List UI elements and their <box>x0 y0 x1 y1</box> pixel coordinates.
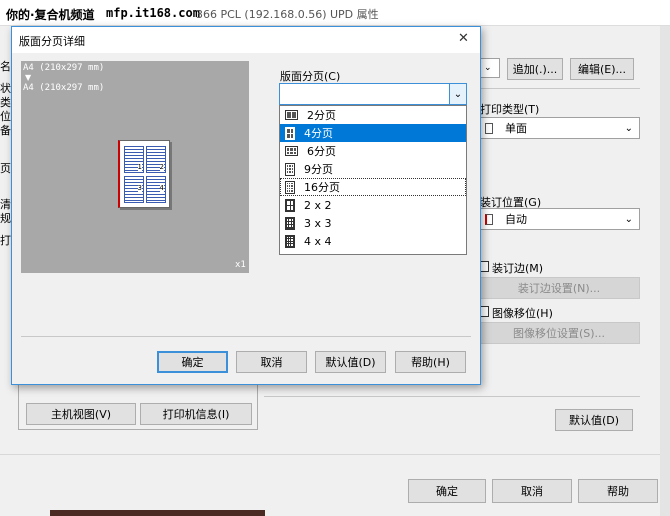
layout-option[interactable]: 6分页 <box>280 142 466 160</box>
bg-cancel-button[interactable]: 取消 <box>492 479 572 503</box>
preview-scale: x1 <box>235 260 246 270</box>
bg-ok-button[interactable]: 确定 <box>408 479 486 503</box>
layout-select-arrow[interactable]: ⌄ <box>449 84 466 104</box>
bg-bottom-divider <box>0 454 670 455</box>
layout-option[interactable]: 16分页 <box>280 178 466 196</box>
ok-button[interactable]: 确定 <box>157 351 228 373</box>
nine-up-icon <box>285 162 295 176</box>
mini-page-2: 2 <box>146 146 166 173</box>
layout-option-label: 6分页 <box>307 145 336 158</box>
background-photo-strip <box>50 510 265 516</box>
print-type-label: 打印类型(T) <box>480 103 540 116</box>
image-shift-label: 图像移位(H) <box>492 307 553 320</box>
bg-default-button[interactable]: 默认值(D) <box>555 409 633 431</box>
layout-option[interactable]: 4 x 4 <box>280 232 466 250</box>
preview-page-thumbnail: 1 2 3 4 <box>118 140 170 208</box>
mini-page-number: 4 <box>159 184 164 192</box>
binding-position-select[interactable]: 自动 ⌄ <box>478 208 640 230</box>
poster-2x2-icon <box>285 198 295 212</box>
mini-page-4: 4 <box>146 176 166 203</box>
binding-position-value: 自动 <box>505 213 527 226</box>
bg-left-char: 规 <box>0 212 11 225</box>
bg-left-char: 打 <box>0 234 11 247</box>
poster-3x3-icon <box>285 216 295 230</box>
dialog-titlebar: 版面分页详细 ✕ <box>12 27 480 53</box>
four-up-icon <box>285 126 295 140</box>
watermark-text: 你的·复合机频道 <box>6 8 95 22</box>
layout-detail-dialog: 版面分页详细 ✕ A4 (210x297 mm) ▼ A4 (210x297 m… <box>11 26 481 385</box>
layout-option-label: 2分页 <box>307 109 336 122</box>
watermark-bar: 你的·复合机频道 mfp.it168.com 366 PCL (192.168.… <box>0 0 670 26</box>
bg-top-combo[interactable]: ⌄ <box>478 58 500 78</box>
six-up-icon <box>285 146 298 156</box>
print-type-value: 单面 <box>505 122 527 135</box>
edit-button[interactable]: 编辑(E)... <box>570 58 634 80</box>
bg-window-title: 366 PCL (192.168.0.56) UPD 属性 <box>196 8 379 21</box>
layout-option[interactable]: 3 x 3 <box>280 214 466 232</box>
layout-option-label: 3 x 3 <box>304 216 332 230</box>
layout-dropdown-list: 2分页 4分页 6分页 9分页 16分页 2 x 2 3 x 3 4 x 4 <box>279 105 467 255</box>
preview-paper-size-line2: A4 (210x297 mm) <box>23 83 105 93</box>
bg-divider <box>478 88 640 89</box>
sixteen-up-icon <box>285 180 295 194</box>
bg-h-divider <box>264 396 640 397</box>
binding-settings-button[interactable]: 装订边设置(N)... <box>478 277 640 299</box>
layout-option-label: 2 x 2 <box>304 198 332 212</box>
mini-page-number: 2 <box>159 163 164 171</box>
printer-info-button[interactable]: 打印机信息(I) <box>140 403 252 425</box>
image-shift-settings-button[interactable]: 图像移位设置(S)... <box>478 322 640 344</box>
bg-left-char: 名 <box>0 60 11 73</box>
layout-option[interactable]: 2分页 <box>280 106 466 124</box>
host-view-button[interactable]: 主机视图(V) <box>26 403 136 425</box>
close-icon[interactable]: ✕ <box>458 31 469 46</box>
chevron-down-icon: ⌄ <box>624 122 633 134</box>
mini-page-number: 3 <box>137 184 142 192</box>
bg-left-char: 页 <box>0 162 11 175</box>
layout-option[interactable]: 4分页 <box>280 124 466 142</box>
help-button[interactable]: 帮助(H) <box>395 351 466 373</box>
preview-arrow-icon: ▼ <box>25 73 32 82</box>
layout-select[interactable]: ⌄ <box>279 83 467 105</box>
binding-page-icon <box>485 213 493 225</box>
layout-option-label: 9分页 <box>304 163 333 176</box>
print-type-select[interactable]: 单面 ⌄ <box>478 117 640 139</box>
layout-option-label: 16分页 <box>304 181 340 194</box>
bg-help-button[interactable]: 帮助 <box>578 479 658 503</box>
layout-option[interactable]: 2 x 2 <box>280 196 466 214</box>
cancel-button[interactable]: 取消 <box>236 351 307 373</box>
preview-paper-size-line1: A4 (210x297 mm) <box>23 63 105 73</box>
watermark-url: mfp.it168.com <box>106 6 200 20</box>
dialog-title: 版面分页详细 <box>19 35 85 48</box>
preview-area: A4 (210x297 mm) ▼ A4 (210x297 mm) x1 1 2… <box>21 61 249 273</box>
dialog-divider <box>21 336 471 337</box>
mini-page-3: 3 <box>124 176 144 203</box>
binding-margin-label: 装订边(M) <box>492 262 544 275</box>
bg-right-shadow <box>660 26 670 516</box>
mini-page-1: 1 <box>124 146 144 173</box>
layout-option-label: 4 x 4 <box>304 234 332 248</box>
page-icon <box>485 122 493 134</box>
bg-left-char: 备 <box>0 124 11 137</box>
chevron-down-icon: ⌄ <box>453 88 463 100</box>
mini-page-number: 1 <box>137 163 142 171</box>
layout-option[interactable]: 9分页 <box>280 160 466 178</box>
layout-option-label: 4分页 <box>304 127 333 140</box>
default-button[interactable]: 默认值(D) <box>315 351 386 373</box>
add-button[interactable]: 追加(.)... <box>507 58 563 80</box>
chevron-down-icon: ⌄ <box>624 213 633 225</box>
two-up-icon <box>285 110 298 120</box>
layout-label: 版面分页(C) <box>280 70 341 83</box>
poster-4x4-icon <box>285 234 295 248</box>
